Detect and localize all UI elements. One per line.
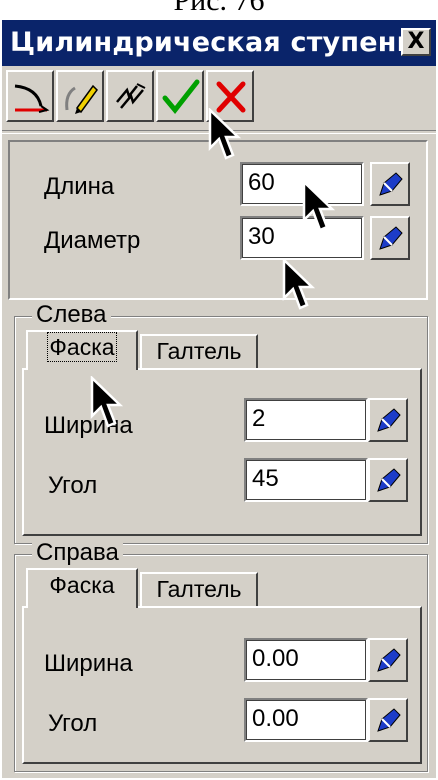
tab-left-fillet[interactable]: Галтель <box>140 334 258 370</box>
pick-value-icon <box>377 708 401 732</box>
edit-button[interactable] <box>56 70 104 122</box>
length-value: 60 <box>248 169 275 196</box>
create-button[interactable] <box>6 70 54 122</box>
mouse-pointer-icon <box>282 258 316 310</box>
length-pick-button[interactable] <box>370 162 410 206</box>
title-bar[interactable]: Цилиндрическая ступень X <box>2 20 436 66</box>
window-title: Цилиндрическая ступень <box>10 27 414 58</box>
tab-label: Фаска <box>47 332 117 362</box>
length-label: Длина <box>44 173 115 200</box>
pick-value-icon <box>377 408 401 432</box>
tab-label: Галтель <box>156 338 242 364</box>
diameter-label: Диаметр <box>44 227 141 254</box>
right-angle-pick-button[interactable] <box>368 698 408 742</box>
mouse-pointer-icon <box>90 376 124 428</box>
close-button[interactable]: X <box>401 28 431 56</box>
pick-value-icon <box>377 468 401 492</box>
right-angle-input[interactable]: 0.00 <box>244 698 368 742</box>
parameters-icon <box>116 83 146 109</box>
left-angle-input[interactable]: 45 <box>244 458 368 502</box>
left-angle-pick-button[interactable] <box>368 458 408 502</box>
left-width-pick-button[interactable] <box>368 398 408 442</box>
tab-right-chamfer[interactable]: Фаска <box>26 568 138 608</box>
diameter-value: 30 <box>248 223 275 250</box>
left-tab-panel <box>22 368 422 536</box>
ok-button[interactable] <box>156 70 204 122</box>
parameters-button[interactable] <box>106 70 154 122</box>
checkmark-icon <box>162 79 200 114</box>
left-angle-label: Угол <box>48 472 98 499</box>
right-angle-value: 0.00 <box>252 705 299 732</box>
mouse-pointer-icon <box>302 180 336 232</box>
tab-label: Галтель <box>156 576 242 602</box>
pick-value-icon <box>379 172 403 196</box>
right-width-input[interactable]: 0.00 <box>244 638 368 682</box>
diameter-pick-button[interactable] <box>370 216 410 260</box>
figure-caption: Рис. 76 <box>173 0 265 17</box>
main-params-panel <box>8 140 428 300</box>
pick-value-icon <box>379 226 403 250</box>
right-angle-label: Угол <box>48 710 98 737</box>
right-width-value: 0.00 <box>252 645 299 672</box>
tab-left-chamfer[interactable]: Фаска <box>26 330 138 370</box>
tab-right-fillet[interactable]: Галтель <box>140 572 258 608</box>
left-angle-value: 45 <box>252 465 279 492</box>
right-width-label: Ширина <box>44 650 133 677</box>
left-group-title: Слева <box>32 302 111 328</box>
left-width-input[interactable]: 2 <box>244 398 368 442</box>
curve-arrow-icon <box>14 84 50 113</box>
pencil-icon <box>65 84 98 114</box>
mouse-pointer-icon <box>208 108 242 160</box>
pick-value-icon <box>377 648 401 672</box>
left-width-value: 2 <box>252 405 266 432</box>
tab-label: Фаска <box>49 572 115 598</box>
right-group-title: Справа <box>32 540 123 566</box>
right-width-pick-button[interactable] <box>368 638 408 682</box>
